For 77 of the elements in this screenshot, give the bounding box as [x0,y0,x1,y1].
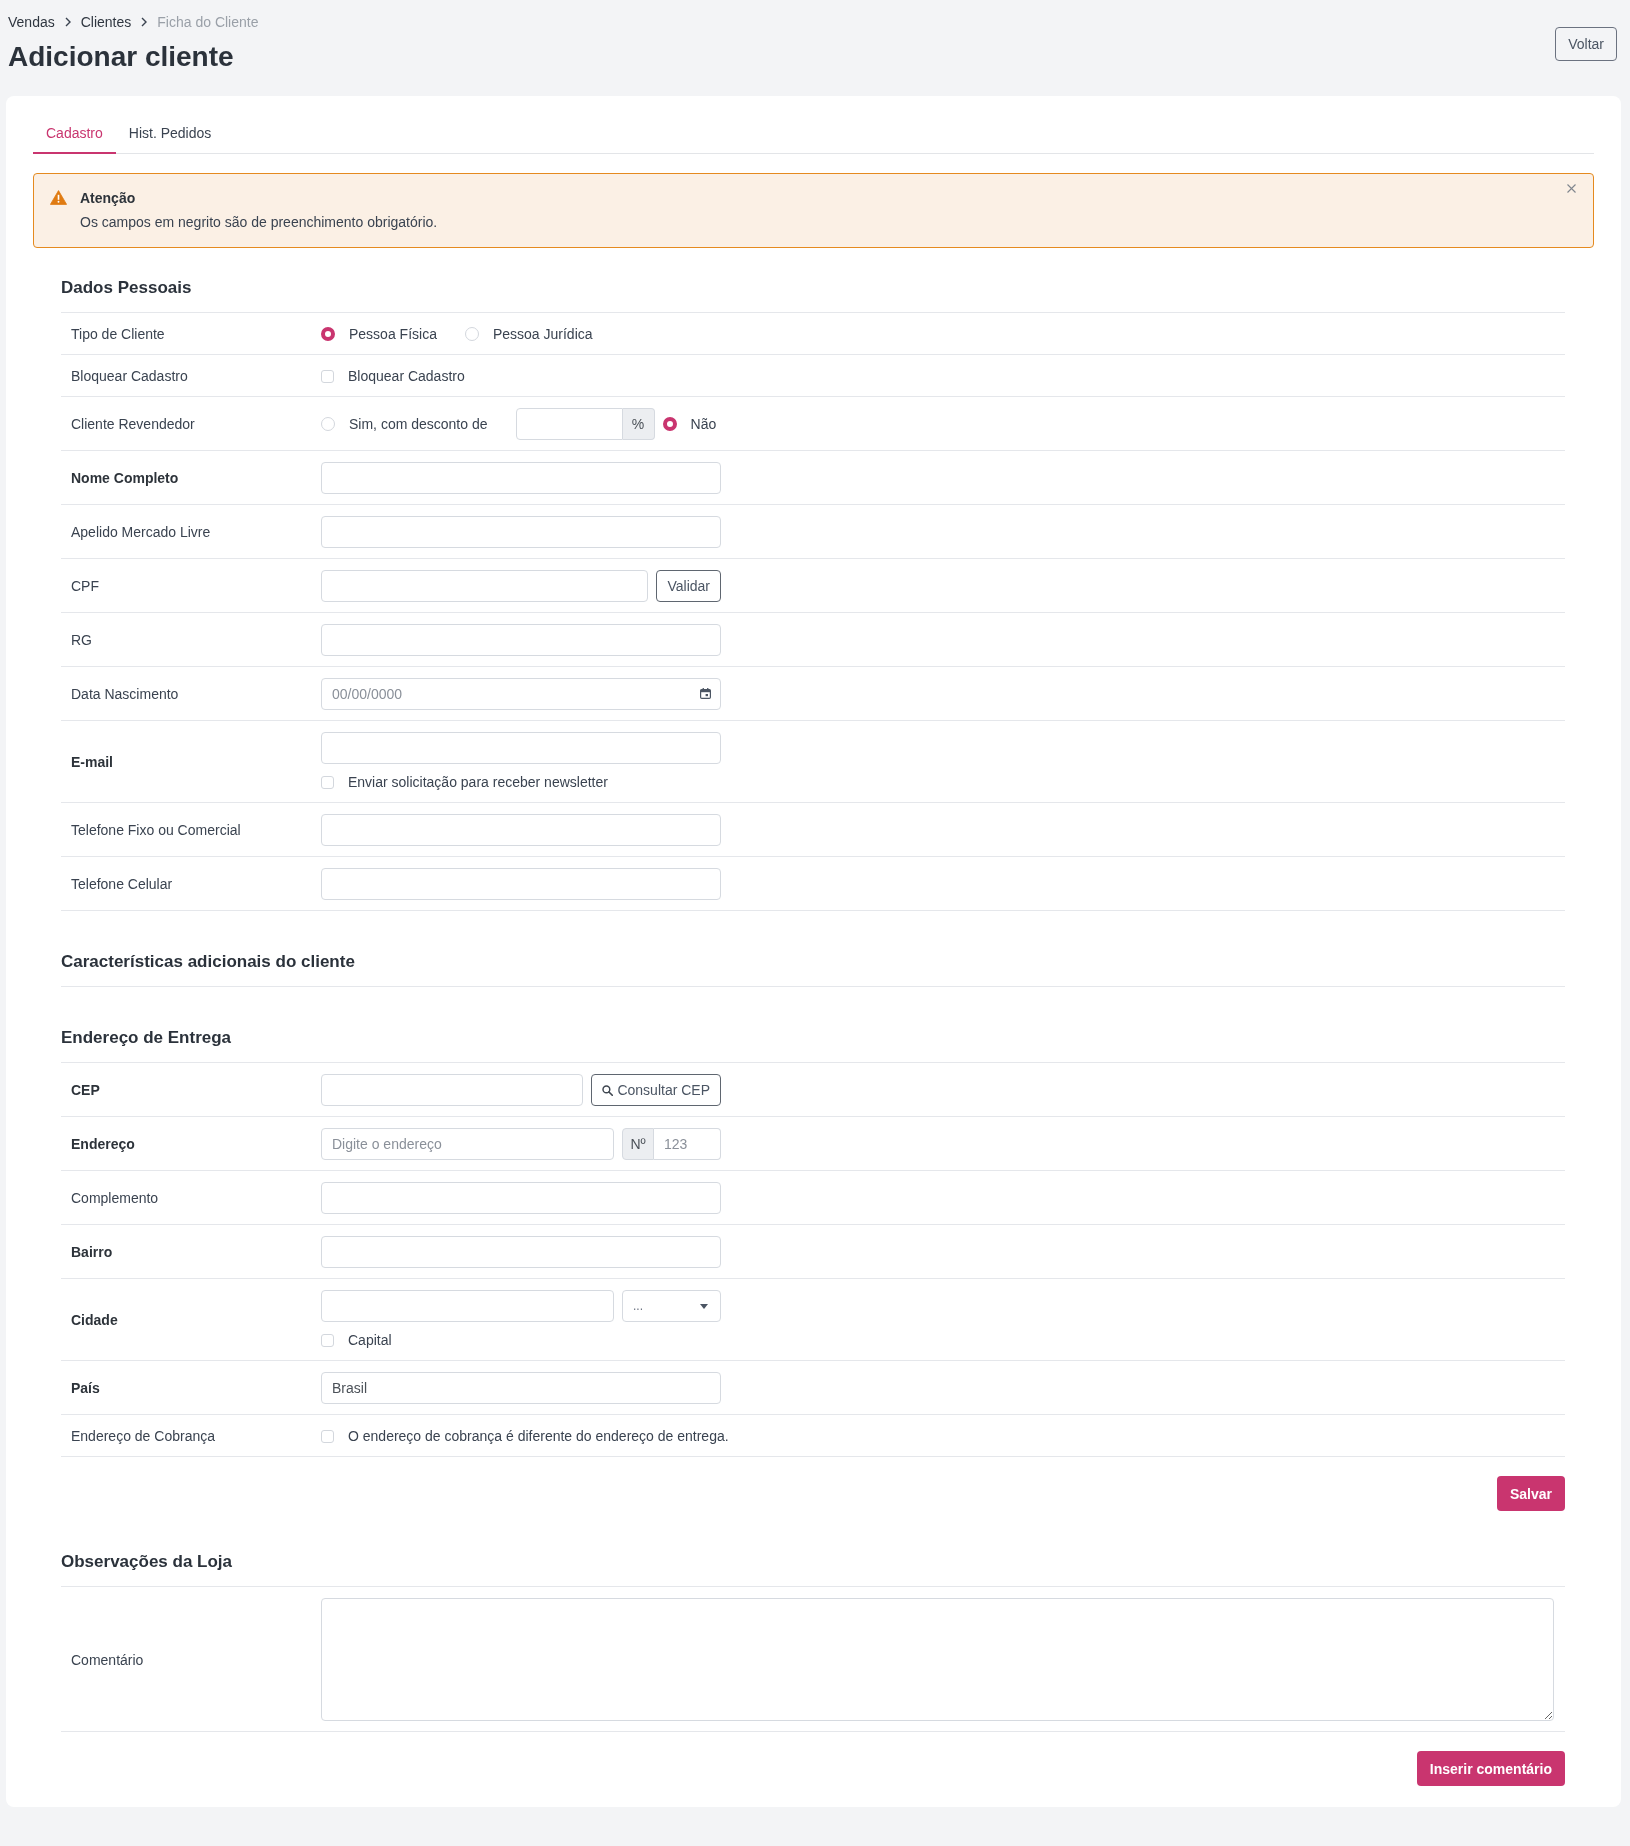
calendar-icon[interactable] [700,688,711,699]
search-icon [602,1084,614,1096]
select-field[interactable]: ... [622,1290,721,1322]
field-label: Cliente Revendedor [71,415,195,434]
checkbox-label[interactable]: O endereço de cobrança é diferente do endereço de entrega. [348,1426,729,1446]
field-label: País [71,1379,100,1398]
radio-label[interactable]: Pessoa Física [349,324,437,344]
input-field[interactable] [321,1236,721,1268]
field-label: Bloquear Cadastro [71,367,188,386]
field-label: Comentário [71,1650,144,1670]
input-addon: Nº [622,1128,654,1160]
checkbox-label[interactable]: Bloquear Cadastro [348,366,465,386]
field-label: Telefone Celular [71,875,173,894]
input-field[interactable] [321,1074,584,1106]
checkbox[interactable] [321,369,334,383]
input-field[interactable] [321,624,721,656]
input-field[interactable] [321,814,721,846]
checkbox[interactable] [321,775,334,789]
caret-down-icon [700,1303,708,1309]
back-button[interactable]: Voltar [1555,27,1617,61]
field-label: Endereço de Cobrança [71,1427,215,1446]
breadcrumb-item[interactable]: Vendas [8,13,55,31]
field-label: Cidade [71,1311,118,1330]
tab[interactable]: Cadastro [33,112,116,154]
field-label: Data Nascimento [71,685,179,704]
close-icon[interactable] [1567,184,1576,193]
primary-button[interactable]: Salvar [1496,1476,1565,1511]
field-label: Apelido Mercado Livre [71,523,211,542]
page-title: Adicionar cliente [8,40,235,74]
chevron-right-icon [141,17,148,27]
input-field[interactable] [321,1290,614,1322]
input-field[interactable]: Digite o endereço [321,1128,614,1160]
radio-label[interactable]: Pessoa Jurídica [492,324,593,344]
input-field[interactable] [321,868,721,900]
input-field[interactable] [321,1182,721,1214]
breadcrumb-item[interactable]: Clientes [80,13,132,31]
radio-label[interactable]: Sim, com desconto de [349,414,488,434]
field-label: Bairro [71,1243,113,1262]
warning-icon [50,190,67,205]
primary-button[interactable]: Inserir comentário [1416,1751,1565,1786]
field-label: RG [71,631,92,650]
checkbox-label[interactable]: Capital [348,1330,392,1350]
input-field[interactable] [515,408,623,440]
date-field[interactable]: 00/00/0000 [321,678,721,710]
checkbox[interactable] [321,1333,334,1347]
radio-button[interactable] [321,327,335,341]
section-title: Observações da Loja [61,1550,1565,1587]
text-area-field[interactable] [321,1598,1554,1721]
input-field[interactable]: Brasil [321,1372,721,1404]
section-title: Endereço de Entrega [61,1026,1565,1063]
field-label: Nome Completo [71,469,179,488]
radio-button[interactable] [662,417,677,431]
breadcrumb-item: Ficha do Cliente [157,13,259,31]
field-label: Endereço [71,1135,135,1154]
radio-label[interactable]: Não [690,414,717,434]
input-field[interactable] [321,570,649,602]
search-button[interactable]: Consultar CEP [591,1074,721,1106]
section-title: Características adicionais do cliente [61,950,1565,987]
section-title: Dados Pessoais [61,276,1565,313]
field-label: CPF [71,577,99,596]
checkbox-label[interactable]: Enviar solicitação para receber newsletter [348,772,608,792]
input-field[interactable] [321,732,721,764]
secondary-button[interactable]: Validar [656,570,721,602]
input-addon: % [622,408,655,440]
field-label: Complemento [71,1189,159,1208]
field-label: Telefone Fixo ou Comercial [71,821,241,840]
field-label: Tipo de Cliente [71,325,165,344]
field-label: E-mail [71,753,113,772]
alert-title: Atenção [80,189,137,208]
checkbox[interactable] [321,1429,334,1443]
chevron-right-icon [64,17,71,27]
input-field[interactable] [321,516,721,548]
alert-message: Os campos em negrito são de preenchimento obrigatório. [80,213,438,232]
input-field[interactable] [321,462,721,494]
field-label: CEP [71,1081,100,1100]
input-field[interactable]: 123 [654,1128,721,1160]
tab[interactable]: Hist. Pedidos [115,112,225,154]
